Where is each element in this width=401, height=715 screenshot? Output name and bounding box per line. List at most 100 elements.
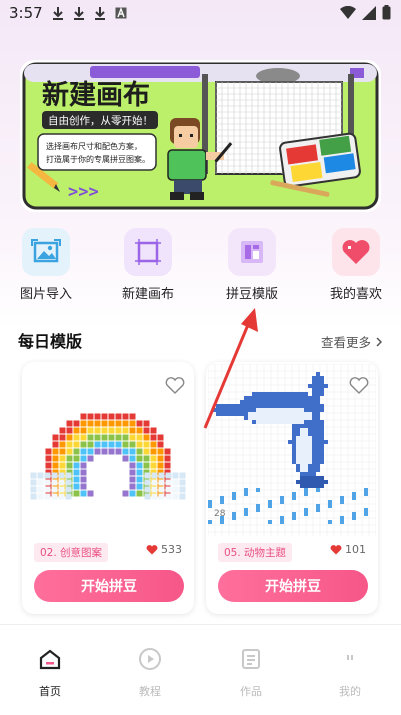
bead — [150, 448, 157, 455]
bead — [280, 396, 284, 400]
like-number: 101 — [345, 543, 366, 556]
new-canvas-icon — [124, 228, 172, 276]
bead — [150, 462, 157, 469]
bead — [308, 480, 312, 484]
bead — [320, 440, 324, 444]
quick-action-new-canvas[interactable]: 新建画布 — [118, 228, 178, 302]
bead — [108, 448, 115, 455]
bead — [292, 408, 296, 412]
bead — [157, 448, 164, 455]
bead — [108, 441, 115, 448]
bead — [179, 493, 186, 500]
bead — [316, 460, 320, 464]
bead — [157, 434, 164, 441]
bead — [44, 493, 51, 500]
bead — [256, 408, 260, 412]
bead — [292, 432, 296, 436]
bead — [151, 479, 158, 486]
bead — [320, 480, 324, 484]
bead — [129, 483, 136, 490]
bead — [284, 392, 288, 396]
bead — [268, 404, 272, 408]
bead — [300, 408, 304, 412]
bead — [292, 424, 296, 428]
bead — [164, 448, 171, 455]
bead — [248, 412, 252, 416]
start-beading-button[interactable]: 开始拼豆 — [218, 570, 368, 602]
bead — [30, 493, 37, 500]
quick-action-image-import[interactable]: 图片导入 — [16, 228, 76, 302]
bead — [272, 416, 276, 420]
template-card[interactable]: 02. 创意图案 533 开始拼豆 — [22, 362, 194, 614]
bead — [312, 388, 316, 392]
chevron-right-icon — [376, 336, 383, 347]
bead — [296, 412, 300, 416]
bead — [94, 413, 101, 420]
nav-works[interactable]: 作品 — [221, 647, 281, 699]
bead — [66, 448, 73, 455]
bead — [300, 428, 304, 432]
bead — [232, 412, 236, 416]
new-canvas-banner[interactable]: 新建画布 自由创作，从零开始！ 选择画布尺寸和配色方案， 打造属于你的专属拼豆图… — [20, 60, 381, 212]
favorite-heart-icon[interactable] — [164, 374, 186, 396]
heart-icon — [332, 228, 380, 276]
bead — [308, 484, 312, 488]
bead — [316, 440, 320, 444]
bead — [252, 408, 256, 412]
start-beading-button[interactable]: 开始拼豆 — [34, 570, 184, 602]
bead — [320, 392, 324, 396]
nav-tutorial[interactable]: 教程 — [120, 647, 180, 699]
bead — [268, 420, 272, 424]
bead — [244, 412, 248, 416]
bead — [158, 493, 165, 500]
bead — [288, 396, 292, 400]
bead — [150, 434, 157, 441]
favorite-heart-icon[interactable] — [348, 374, 370, 396]
bead — [80, 476, 87, 483]
bead — [340, 496, 344, 500]
bead — [252, 400, 256, 404]
quick-action-template[interactable]: 拼豆模版 — [222, 228, 282, 302]
bead — [308, 416, 312, 420]
bead — [264, 420, 268, 424]
bead — [129, 476, 136, 483]
like-count: 533 — [146, 543, 182, 556]
bead — [320, 436, 324, 440]
download-icon — [74, 7, 84, 20]
bead — [256, 400, 260, 404]
bead — [165, 493, 172, 500]
bead — [52, 455, 59, 462]
bead — [308, 460, 312, 464]
bead — [308, 432, 312, 436]
bead — [316, 400, 320, 404]
bead — [364, 488, 368, 492]
bead — [316, 448, 320, 452]
bead — [87, 413, 94, 420]
bead — [115, 448, 122, 455]
bead — [320, 380, 324, 384]
bead — [66, 434, 73, 441]
bead — [320, 460, 324, 464]
bead — [122, 490, 129, 497]
bead — [292, 516, 296, 520]
like-heart-icon — [330, 545, 342, 555]
view-more-link[interactable]: 查看更多 — [321, 332, 383, 351]
bead — [73, 420, 80, 427]
bead — [260, 416, 264, 420]
nav-home[interactable]: 首页 — [20, 647, 80, 699]
bead — [300, 472, 304, 476]
bead — [179, 479, 186, 486]
bead — [73, 462, 80, 469]
bead — [87, 455, 94, 462]
bead — [224, 404, 228, 408]
template-icon — [228, 228, 276, 276]
bead — [292, 404, 296, 408]
bead — [352, 516, 356, 520]
nav-label: 教程 — [139, 685, 161, 698]
template-card[interactable]: 28 05. 动物主题 101 开始拼豆 — [206, 362, 378, 614]
nav-profile[interactable]: 我的 — [320, 647, 380, 699]
wifi-icon — [340, 5, 356, 19]
grid-number: 28 — [214, 509, 226, 519]
bead — [256, 392, 260, 396]
quick-action-favorites[interactable]: 我的喜欢 — [326, 228, 386, 302]
